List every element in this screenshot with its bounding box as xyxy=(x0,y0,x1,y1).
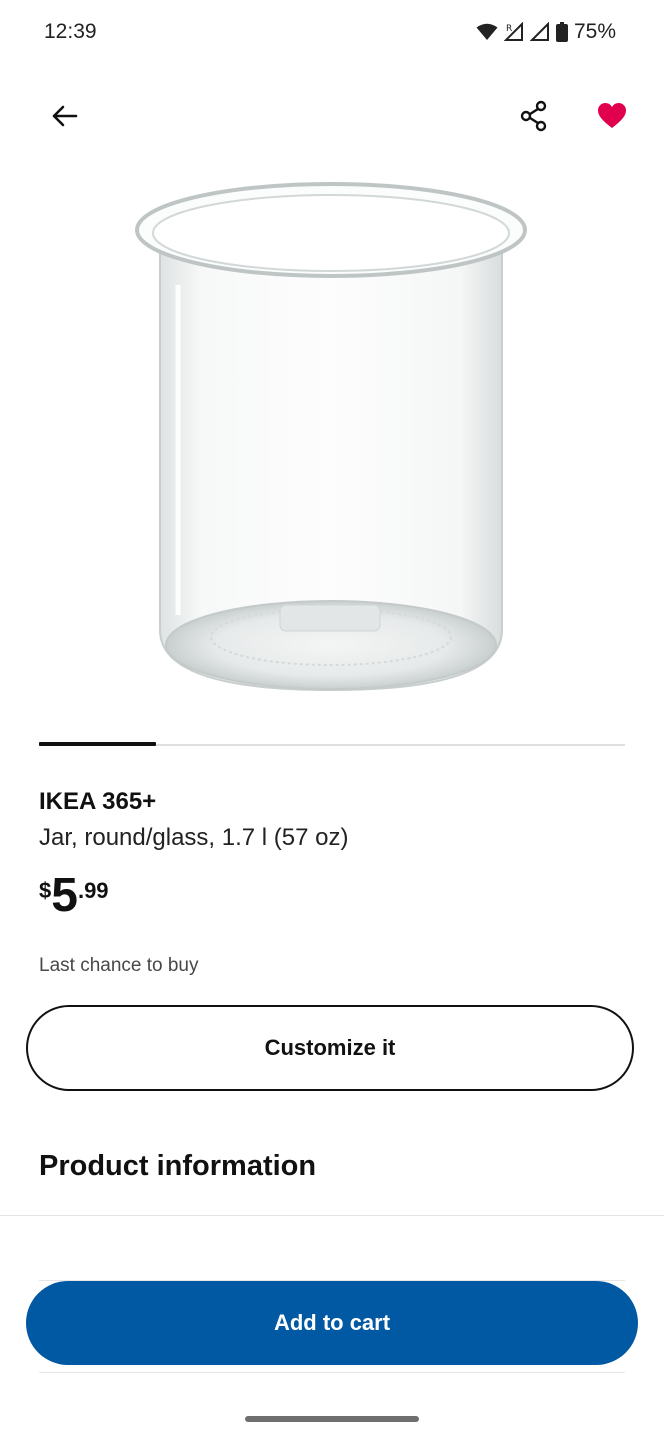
svg-text:R: R xyxy=(506,24,512,34)
battery-icon xyxy=(555,22,568,42)
divider xyxy=(0,1215,664,1216)
product-image[interactable] xyxy=(130,175,532,700)
home-indicator[interactable] xyxy=(245,1416,419,1422)
customize-button[interactable]: Customize it xyxy=(26,1005,634,1091)
status-icons: R 75% xyxy=(476,20,616,44)
favorite-button[interactable] xyxy=(584,90,640,146)
product-information-heading[interactable]: Product information xyxy=(39,1150,316,1183)
carousel-indicator xyxy=(39,742,156,746)
price: $ 5 .99 xyxy=(39,872,109,920)
product-description: Jar, round/glass, 1.7 l (57 oz) xyxy=(39,824,349,851)
heart-filled-icon xyxy=(597,102,627,134)
share-icon xyxy=(519,100,549,137)
price-decimal: .99 xyxy=(77,878,109,903)
price-integer: 5 xyxy=(51,869,78,922)
share-button[interactable] xyxy=(506,90,562,146)
price-currency: $ xyxy=(39,878,52,903)
add-to-cart-button[interactable]: Add to cart xyxy=(26,1281,638,1365)
status-time: 12:39 xyxy=(44,20,97,43)
product-name[interactable]: IKEA 365+ xyxy=(39,788,156,816)
divider xyxy=(39,1372,625,1373)
availability-text: Last chance to buy xyxy=(39,955,199,976)
arrow-left-icon xyxy=(50,104,78,133)
signal-icon xyxy=(529,22,550,42)
wifi-icon xyxy=(476,23,498,41)
battery-level: 75% xyxy=(573,20,616,43)
signal-roaming-icon: R xyxy=(503,22,524,42)
back-button[interactable] xyxy=(36,90,92,146)
